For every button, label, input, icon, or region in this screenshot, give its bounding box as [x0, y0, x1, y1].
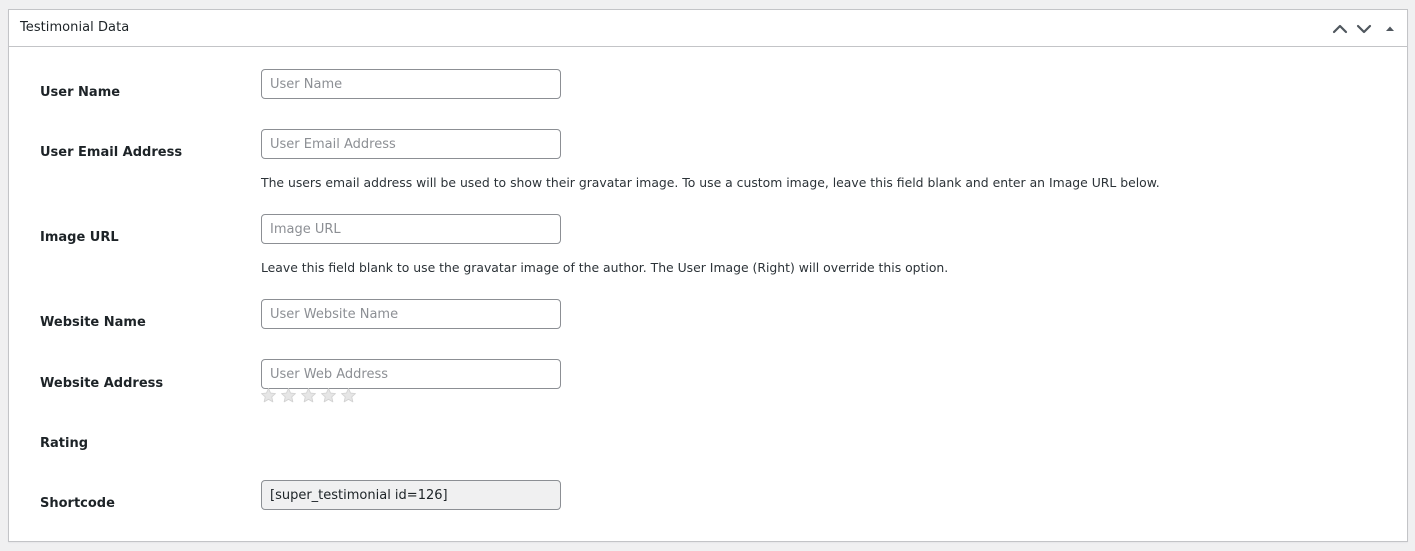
rating-star-3[interactable] — [300, 387, 317, 404]
metabox-header: Testimonial Data — [9, 10, 1407, 47]
rating-star-1[interactable] — [260, 387, 277, 404]
image-url-description: Leave this field blank to use the gravat… — [261, 260, 949, 275]
star-icon — [281, 388, 296, 403]
rating-star-4[interactable] — [320, 387, 337, 404]
chevron-up-icon — [1332, 24, 1348, 34]
website-name-label: Website Name — [40, 315, 146, 330]
move-down-button[interactable] — [1353, 18, 1375, 40]
star-icon — [341, 388, 356, 403]
metabox-handle-actions — [1329, 18, 1399, 40]
metabox-body: User Name User Email Address The users e… — [9, 47, 1407, 541]
user-name-label: User Name — [40, 85, 121, 100]
testimonial-data-metabox: Testimonial Data User Name User Name Use… — [8, 9, 1408, 542]
image-url-label: Image URL — [40, 230, 119, 245]
shortcode-field[interactable] — [261, 480, 561, 510]
star-icon — [261, 388, 276, 403]
chevron-down-icon — [1356, 24, 1372, 34]
user-email-label: User Email Address — [40, 145, 183, 160]
user-email-input[interactable] — [261, 129, 561, 159]
triangle-up-icon — [1386, 26, 1394, 31]
move-up-button[interactable] — [1329, 18, 1351, 40]
website-address-input[interactable] — [261, 359, 561, 389]
user-email-description: The users email address will be used to … — [261, 175, 1160, 190]
image-url-input[interactable] — [261, 214, 561, 244]
star-icon — [301, 388, 316, 403]
toggle-panel-button[interactable] — [1379, 18, 1401, 40]
website-name-input[interactable] — [261, 299, 561, 329]
rating-label: Rating — [40, 436, 89, 451]
website-address-label: Website Address — [40, 376, 164, 391]
rating-star-5[interactable] — [340, 387, 357, 404]
user-name-input[interactable] — [261, 69, 561, 99]
rating-star-2[interactable] — [280, 387, 297, 404]
metabox-title: Testimonial Data — [20, 20, 130, 35]
shortcode-label: Shortcode — [40, 496, 115, 511]
star-icon — [321, 388, 336, 403]
